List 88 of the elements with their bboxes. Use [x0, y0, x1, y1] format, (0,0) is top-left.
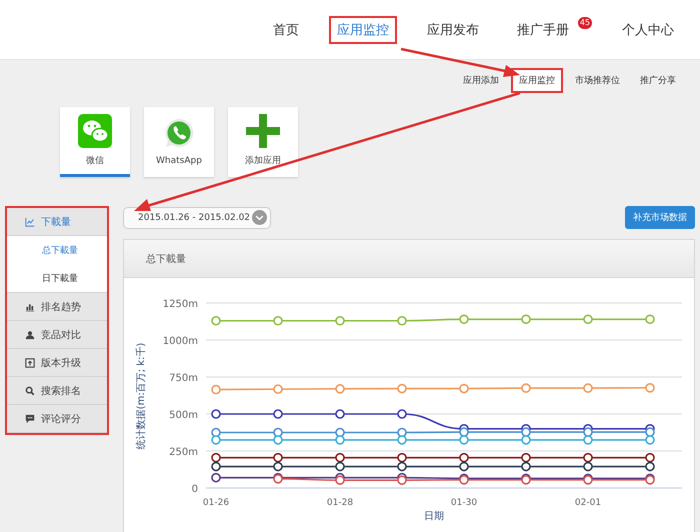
point [211, 316, 221, 326]
subnav-tab[interactable]: 市场推荐位 [567, 68, 628, 93]
point [335, 316, 345, 326]
supplement-button[interactable]: 补充市场数据 [625, 206, 695, 229]
point [521, 452, 531, 462]
chevron-down-icon [252, 210, 267, 225]
point [645, 452, 655, 462]
point [211, 462, 221, 472]
subnav-tab[interactable]: 推广分享 [632, 68, 684, 93]
app-card[interactable]: 添加应用 [228, 107, 298, 177]
line-chart-icon [25, 216, 35, 226]
point [583, 383, 593, 393]
nav-link[interactable]: 应用发布 [418, 16, 487, 44]
point [335, 452, 345, 462]
subnav-tab[interactable]: 应用监控 [511, 68, 563, 93]
axis-tick-label: 0 [192, 484, 198, 495]
point [397, 409, 407, 419]
axis-tick-label: 01-30 [450, 498, 478, 508]
point [459, 427, 469, 437]
count-badge: 45 [578, 16, 592, 28]
subnav-tab[interactable]: 应用添加 [455, 68, 507, 93]
nav-link[interactable]: 个人中心 [614, 16, 682, 44]
point [211, 452, 221, 462]
point [459, 314, 469, 324]
point [645, 314, 655, 324]
axis-tick-label: 1000m [162, 336, 198, 347]
point [583, 435, 593, 445]
point [273, 409, 283, 419]
comment-icon [25, 414, 35, 424]
axis-tick-label: 750m [169, 373, 198, 384]
point [645, 383, 655, 393]
point [645, 435, 655, 445]
app-card[interactable]: WhatsApp [144, 107, 214, 177]
nav-link[interactable]: 推广手册 [508, 16, 577, 44]
point [397, 452, 407, 462]
point [521, 314, 531, 324]
date-range-dropdown[interactable]: 2015.01.26 - 2015.02.02 [123, 206, 271, 228]
plus-icon [246, 114, 280, 148]
upload-icon [25, 358, 35, 368]
point [583, 462, 593, 472]
point [335, 475, 345, 485]
axis-title: 日期 [424, 511, 444, 522]
point [397, 435, 407, 445]
point [211, 384, 221, 394]
search-icon [25, 386, 35, 396]
point [273, 452, 283, 462]
point [583, 314, 593, 324]
nav-link[interactable]: 应用监控 [328, 16, 397, 44]
point [335, 409, 345, 419]
point [335, 462, 345, 472]
point [645, 427, 655, 437]
point [459, 462, 469, 472]
point [459, 384, 469, 394]
point [211, 409, 221, 419]
point [583, 452, 593, 462]
axis-tick-label: 01-26 [202, 498, 230, 508]
point [459, 435, 469, 445]
app-card[interactable]: 微信 [60, 107, 130, 177]
point [521, 435, 531, 445]
point [273, 384, 283, 394]
point [273, 462, 283, 472]
person-icon [25, 330, 35, 340]
point [397, 462, 407, 472]
point [645, 462, 655, 472]
axis-tick-label: 500m [169, 410, 198, 421]
point [521, 383, 531, 393]
point [273, 316, 283, 326]
axis-tick-label: 1250m [162, 299, 198, 310]
point [335, 384, 345, 394]
point [335, 435, 345, 445]
point [459, 452, 469, 462]
chat-bubbles-icon [78, 114, 112, 148]
axis-title: 统计数据(m:百万; k:千) [136, 342, 147, 450]
point [521, 462, 531, 472]
point [211, 472, 221, 482]
nav-link[interactable]: 首页 [264, 16, 307, 44]
point [273, 435, 283, 445]
point [397, 384, 407, 394]
bar-chart-icon [25, 302, 35, 312]
axis-tick-label: 02-01 [574, 498, 602, 508]
point [397, 316, 407, 326]
axis-tick-label: 01-28 [326, 498, 354, 508]
point [397, 475, 407, 485]
point [211, 435, 221, 445]
panel-title: 总下載量 [146, 252, 186, 266]
point [583, 427, 593, 437]
axis-tick-label: 250m [169, 447, 198, 458]
point [521, 427, 531, 437]
